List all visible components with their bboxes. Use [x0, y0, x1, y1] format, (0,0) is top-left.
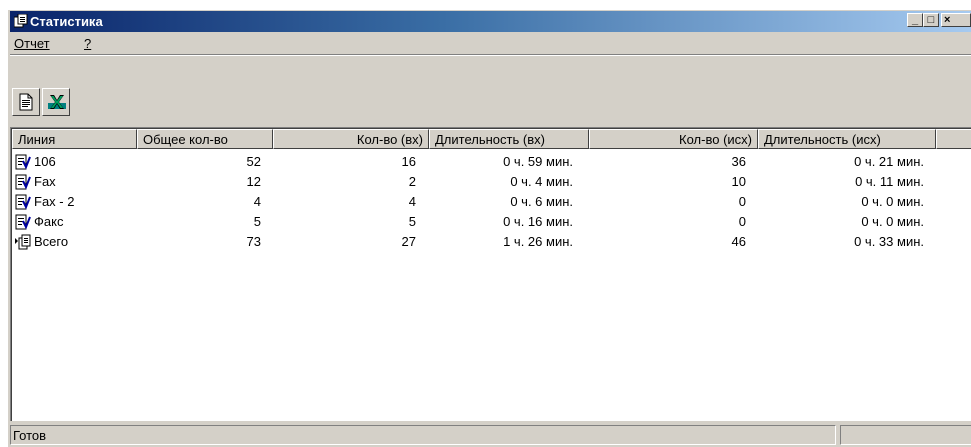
cell-in-duration: 0 ч. 6 мин.	[510, 194, 573, 209]
cell-in-duration: 0 ч. 16 мин.	[503, 214, 573, 229]
column-header-total[interactable]: Общее кол-во	[137, 129, 273, 149]
status-bar: Готов	[10, 422, 971, 446]
report-page-icon	[19, 93, 33, 111]
cell-out-count: 0	[738, 214, 746, 229]
cell-in-count: 5	[408, 214, 416, 229]
table-row[interactable]: 106 52 16 0 ч. 59 мин. 36 0 ч. 21 мин.	[12, 152, 971, 172]
line-icon	[15, 194, 31, 210]
cell-line: 106	[34, 154, 56, 169]
column-header-filler	[936, 129, 971, 149]
cell-out-count: 10	[731, 174, 746, 189]
close-icon: ×	[944, 14, 951, 26]
cell-total: 52	[246, 154, 261, 169]
table-header: Линия Общее кол-во Кол-во (вх) Длительно…	[12, 129, 971, 149]
app-icon	[14, 14, 28, 28]
menu-separator	[10, 54, 971, 56]
menu-bar: Отчет ?	[10, 33, 971, 53]
cell-total: 73	[246, 234, 261, 249]
title-bar[interactable]: Статистика _ □ ×	[10, 11, 971, 32]
cell-line: Всего	[34, 234, 69, 249]
close-button[interactable]: ×	[941, 13, 971, 27]
toolbar	[10, 57, 971, 127]
cell-in-count: 2	[408, 174, 416, 189]
cell-in-count: 4	[408, 194, 416, 209]
column-header-in-count[interactable]: Кол-во (вх)	[273, 129, 429, 149]
column-header-out-duration[interactable]: Длительность (исх)	[758, 129, 936, 149]
cell-line: Fax	[34, 174, 56, 189]
line-icon	[15, 214, 31, 230]
cell-line: Факс	[34, 214, 64, 229]
cell-in-count: 16	[401, 154, 416, 169]
cell-out-count: 46	[731, 234, 746, 249]
export-excel-button[interactable]	[42, 88, 70, 116]
line-icon	[15, 154, 31, 170]
cell-in-duration: 0 ч. 59 мин.	[503, 154, 573, 169]
column-header-in-duration[interactable]: Длительность (вх)	[429, 129, 589, 149]
window-title: Статистика	[30, 14, 103, 29]
status-pane-secondary	[840, 425, 971, 445]
line-icon	[15, 174, 31, 190]
column-header-line[interactable]: Линия	[12, 129, 137, 149]
table-row[interactable]: Факс 5 5 0 ч. 16 мин. 0 0 ч. 0 мин.	[12, 212, 971, 232]
cell-total: 4	[253, 194, 261, 209]
cell-out-count: 0	[738, 194, 746, 209]
cell-out-duration: 0 ч. 0 мин.	[861, 194, 924, 209]
cell-out-count: 36	[731, 154, 746, 169]
minimize-icon: _	[911, 14, 919, 26]
table-row[interactable]: Fax 12 2 0 ч. 4 мин. 10 0 ч. 11 мин.	[12, 172, 971, 192]
cell-in-count: 27	[401, 234, 416, 249]
menu-report[interactable]: Отчет	[14, 36, 50, 51]
total-icon	[15, 234, 31, 250]
status-text: Готов	[10, 425, 836, 445]
table-row[interactable]: Fax - 2 4 4 0 ч. 6 мин. 0 0 ч. 0 мин.	[12, 192, 971, 212]
cell-total: 12	[246, 174, 261, 189]
cell-out-duration: 0 ч. 11 мин.	[855, 174, 924, 189]
cell-out-duration: 0 ч. 33 мин.	[854, 234, 924, 249]
cell-in-duration: 0 ч. 4 мин.	[510, 174, 573, 189]
report-button[interactable]	[12, 88, 40, 116]
statistics-table[interactable]: Линия Общее кол-во Кол-во (вх) Длительно…	[10, 127, 971, 421]
maximize-button[interactable]: □	[923, 13, 939, 27]
cell-total: 5	[253, 214, 261, 229]
cell-out-duration: 0 ч. 0 мин.	[861, 214, 924, 229]
cell-line: Fax - 2	[34, 194, 75, 209]
column-header-out-count[interactable]: Кол-во (исх)	[589, 129, 758, 149]
cell-out-duration: 0 ч. 21 мин.	[854, 154, 924, 169]
menu-help[interactable]: ?	[84, 36, 91, 51]
maximize-icon: □	[927, 14, 935, 26]
table-row-total[interactable]: Всего 73 27 1 ч. 26 мин. 46 0 ч. 33 мин.	[12, 232, 971, 252]
statistics-window: Статистика _ □ × Отчет ? Линия Общее кол…	[7, 9, 971, 447]
minimize-button[interactable]: _	[907, 13, 923, 27]
excel-icon	[48, 95, 66, 109]
cell-in-duration: 1 ч. 26 мин.	[503, 234, 573, 249]
